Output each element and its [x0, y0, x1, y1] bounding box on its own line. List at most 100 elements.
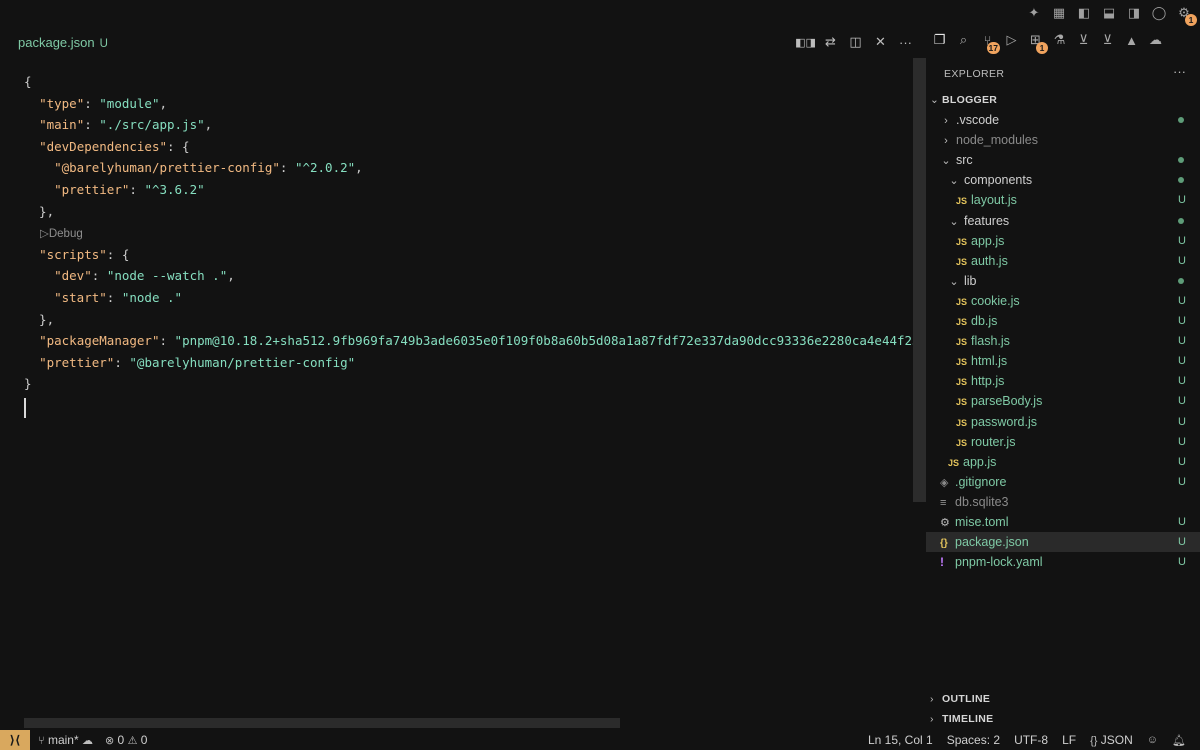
json-key: "packageManager" [39, 333, 160, 349]
remote-explorer-icon[interactable]: ⊻ [1074, 30, 1093, 50]
outline-section[interactable]: › OUTLINE [930, 689, 990, 709]
workspace-root[interactable]: ⌄ BLOGGER [930, 90, 997, 110]
toggle-secondary-sidebar-icon[interactable]: ◨ [1124, 4, 1144, 22]
json-punctuation [24, 290, 54, 305]
code-line: "packageManager": "pnpm@10.18.2+sha512.9… [24, 331, 920, 351]
debug-codelens[interactable]: ▷Debug [40, 224, 83, 244]
json-punctuation: , [355, 160, 363, 176]
copilot-icon[interactable]: ✦ [1024, 4, 1044, 22]
encoding[interactable]: UTF-8 [1014, 733, 1048, 747]
tree-folder[interactable]: › .vscode [926, 110, 1200, 130]
json-punctuation: : { [106, 246, 130, 262]
compare-icon[interactable]: ⇄ [822, 33, 839, 51]
json-punctuation [24, 160, 54, 175]
code-line: { [24, 72, 32, 92]
tree-item-label: node_modules [956, 133, 1039, 148]
javascript-file-icon: JS [956, 377, 968, 388]
json-punctuation [24, 355, 39, 370]
settings-gear-icon[interactable]: ⚙ 1 [1174, 4, 1197, 26]
tree-folder[interactable]: › node_modules [926, 130, 1200, 150]
code-line: "start": "node ." [24, 288, 182, 308]
close-icon[interactable]: ✕ [872, 33, 889, 51]
tree-file[interactable]: JS app.js U [926, 231, 1200, 251]
code-line: "type": "module", [24, 94, 167, 114]
testing-flask-icon[interactable]: ⚗ [1050, 30, 1069, 50]
tree-file[interactable]: ⚙ mise.toml U [926, 512, 1200, 532]
json-punctuation [24, 139, 39, 154]
branch-indicator[interactable]: ⑂ main* ☁ [38, 733, 93, 747]
json-file-icon: {} [940, 538, 948, 550]
tree-folder[interactable]: ⌄ lib [926, 271, 1200, 291]
indentation[interactable]: Spaces: 2 [947, 733, 1000, 747]
layout-grid-icon[interactable]: ▦ [1049, 4, 1069, 22]
run-debug-icon[interactable]: ▷ [1002, 30, 1021, 50]
tab-package-json[interactable]: package.json U [18, 35, 108, 50]
git-status-badge: U [1178, 455, 1186, 468]
tree-file[interactable]: JS router.js U [926, 432, 1200, 452]
git-status-badge: U [1178, 294, 1186, 307]
editor-horizontal-scrollbar[interactable] [24, 718, 620, 728]
language-label: JSON [1100, 733, 1133, 747]
split-editor-icon[interactable]: ◫ [847, 33, 864, 51]
tree-file[interactable]: JS flash.js U [926, 331, 1200, 351]
copilot-chat-icon[interactable]: ☁ [1146, 30, 1165, 50]
end-of-line[interactable]: LF [1062, 733, 1076, 747]
tree-file[interactable]: JS cookie.js U [926, 291, 1200, 311]
chevron-right-icon: › [944, 135, 948, 148]
problems-indicator[interactable]: ⊗ 0 ⚠ 0 [105, 733, 148, 747]
source-control-icon[interactable]: ⑂ 17 [978, 30, 1000, 54]
notifications-bell-icon[interactable]: 🔔︎ [1172, 734, 1186, 747]
config-file-icon: ⚙ [940, 517, 950, 529]
merge-requests-icon[interactable]: ⊻ [1098, 30, 1117, 50]
editor-tab-bar: package.json U ◧◨ ⇄ ◫ ✕ ··· [0, 30, 926, 56]
toggle-panel-icon[interactable]: ⬓ [1099, 4, 1119, 22]
cursor-position[interactable]: Ln 15, Col 1 [868, 733, 933, 747]
language-mode[interactable]: {} JSON [1090, 733, 1133, 747]
tree-file[interactable]: JS http.js U [926, 371, 1200, 391]
tree-item-label: mise.toml [955, 515, 1009, 529]
search-icon[interactable]: ⌕ [954, 30, 973, 50]
json-key: "dev" [54, 268, 92, 284]
tree-file[interactable]: JS auth.js U [926, 251, 1200, 271]
tree-file[interactable]: JS db.js U [926, 311, 1200, 331]
tree-item-label: db.js [971, 314, 998, 328]
chevron-down-icon: ⌄ [941, 155, 951, 168]
tree-file[interactable]: JS layout.js U [926, 190, 1200, 210]
copilot-status-icon[interactable]: ☺ [1147, 734, 1158, 746]
tree-folder[interactable]: ⌄ components [926, 170, 1200, 190]
tree-folder[interactable]: ⌄ features [926, 211, 1200, 231]
tree-file[interactable]: JS app.js U [926, 452, 1200, 472]
tab-git-status: U [99, 38, 108, 50]
tree-folder[interactable]: ⌄ src [926, 150, 1200, 170]
tree-file[interactable]: ◈ .gitignore U [926, 472, 1200, 492]
tree-item-label: components [964, 173, 1033, 188]
code-line: "dev": "node --watch .", [24, 266, 235, 286]
open-changes-icon[interactable]: ◧◨ [795, 33, 816, 51]
tree-file[interactable]: JS password.js U [926, 412, 1200, 432]
json-punctuation [24, 96, 39, 111]
code-line: "prettier": "@barelyhuman/prettier-confi… [24, 353, 355, 373]
json-key: "scripts" [39, 246, 107, 262]
timeline-section[interactable]: › TIMELINE [930, 709, 993, 729]
account-icon[interactable]: ◯ [1149, 4, 1169, 22]
tree-file[interactable]: ! pnpm-lock.yaml U [926, 552, 1200, 572]
tree-file[interactable]: {} package.json U [926, 532, 1200, 553]
sync-cloud-icon: ☁ [81, 735, 93, 747]
deploy-icon[interactable]: ▲ [1122, 30, 1141, 50]
modified-dot-icon [1178, 117, 1184, 123]
git-status-badge: U [1178, 536, 1186, 549]
database-file-icon: ≡ [940, 496, 947, 509]
code-editor[interactable]: ▷Debug { "type": "module", "main": "./sr… [0, 68, 926, 718]
explorer-more-icon[interactable]: ··· [1173, 64, 1186, 79]
tree-file[interactable]: JS html.js U [926, 351, 1200, 371]
git-status-badge: U [1178, 556, 1186, 569]
explorer-files-icon[interactable]: ❐ [930, 30, 949, 50]
tree-file[interactable]: JS parseBody.js U [926, 391, 1200, 411]
tree-file[interactable]: ≡ db.sqlite3 [926, 492, 1200, 512]
more-actions-icon[interactable]: ··· [897, 33, 914, 51]
remote-indicator[interactable]: ⟩⟨ [0, 730, 30, 750]
toggle-primary-sidebar-icon[interactable]: ◧ [1074, 4, 1094, 22]
editor-vertical-scrollbar[interactable] [913, 58, 926, 502]
json-punctuation: : { [167, 138, 190, 154]
extensions-icon[interactable]: ⊞ 1 [1026, 30, 1048, 54]
